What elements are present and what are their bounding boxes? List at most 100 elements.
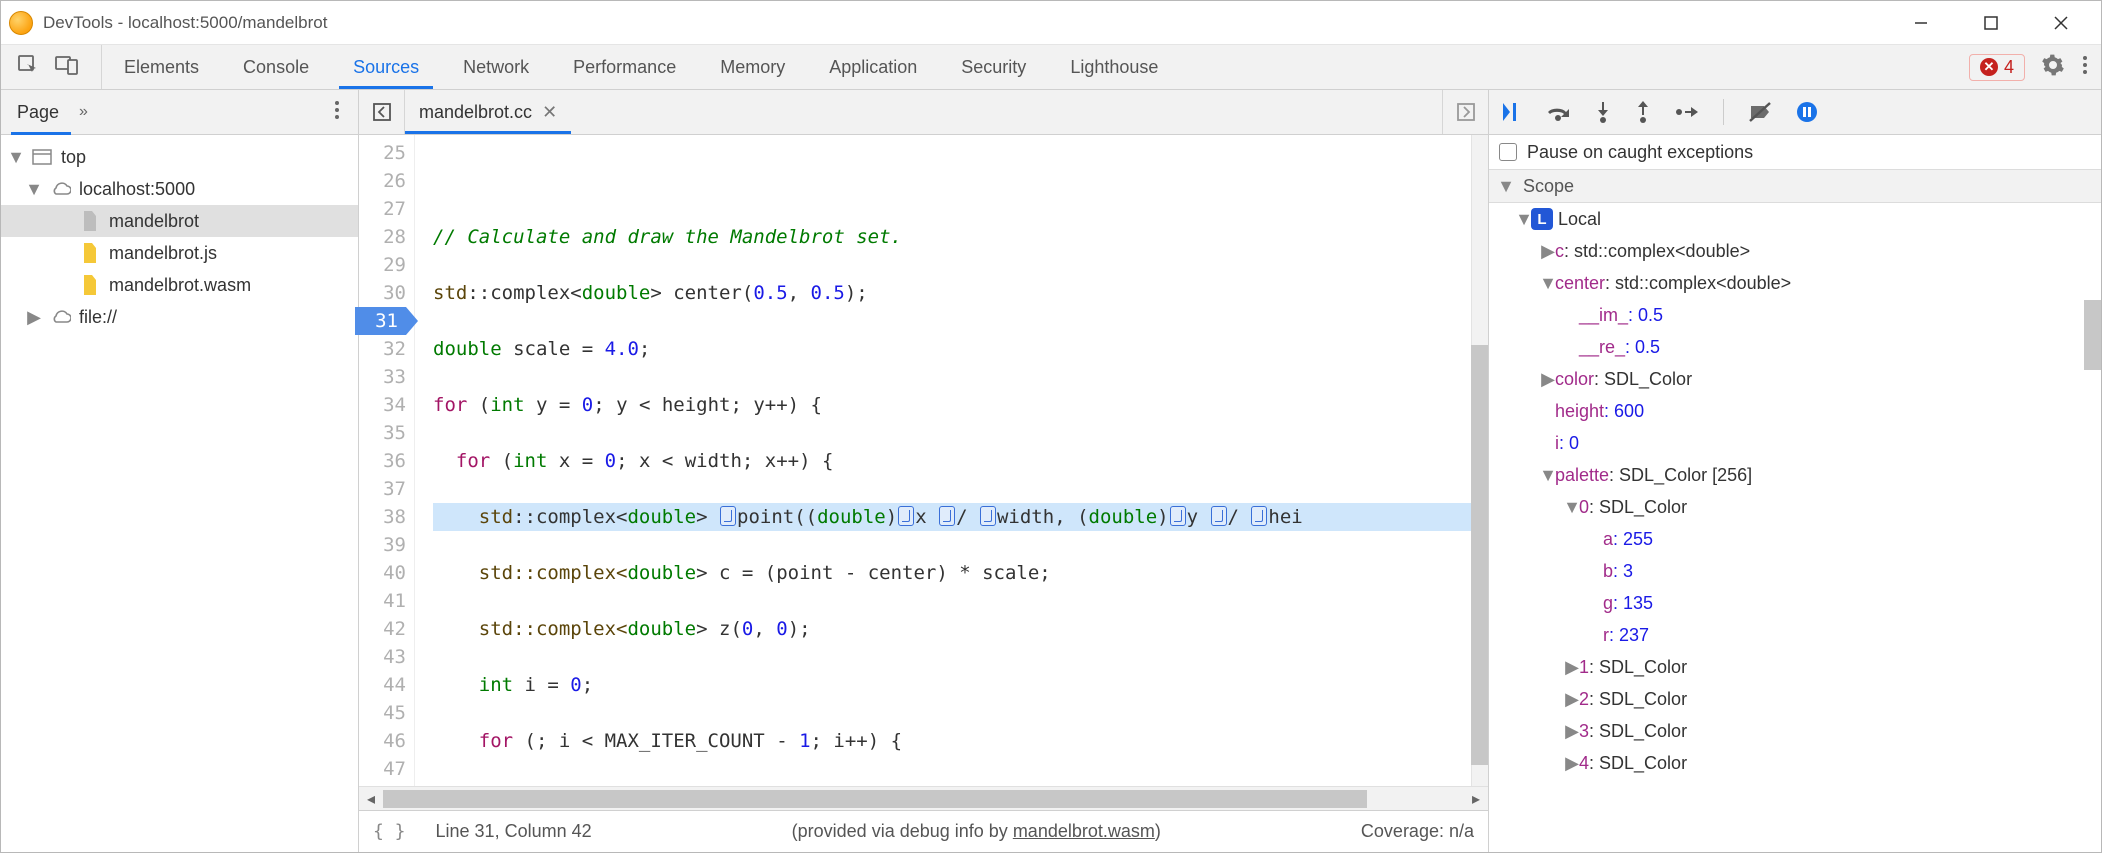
scope-var[interactable]: ▼center: std::complex<double>	[1489, 267, 2101, 299]
scope-var[interactable]: g: 135	[1489, 587, 2101, 619]
debug-marker-icon	[898, 506, 914, 526]
panel-tabstrip: Elements Console Sources Network Perform…	[1, 45, 2101, 90]
cloud-icon	[49, 181, 71, 197]
script-file-icon	[79, 243, 101, 263]
scroll-right-icon[interactable]: ▸	[1464, 789, 1488, 809]
navigator-tree[interactable]: ▼ top ▼ localhost:5000 mandelbrot mandel…	[1, 135, 358, 852]
pause-on-caught-label: Pause on caught exceptions	[1527, 142, 1753, 163]
tree-label: localhost:5000	[79, 179, 195, 200]
tree-item-file[interactable]: mandelbrot	[1, 205, 358, 237]
debugger-vscrollbar[interactable]	[2084, 300, 2101, 370]
scope-label: Scope	[1523, 176, 1574, 197]
debug-marker-icon	[939, 506, 955, 526]
tab-memory[interactable]: Memory	[698, 45, 807, 89]
scope-var[interactable]: i: 0	[1489, 427, 2101, 459]
tab-elements[interactable]: Elements	[102, 45, 221, 89]
scope-var[interactable]: a: 255	[1489, 523, 2101, 555]
deactivate-breakpoints-icon[interactable]	[1748, 101, 1772, 123]
scope-tree: ▼L Local ▶c: std::complex<double> ▼cente…	[1489, 203, 2101, 779]
scope-var[interactable]: ▶4: SDL_Color	[1489, 747, 2101, 779]
inspect-element-icon[interactable]	[17, 54, 39, 81]
close-button[interactable]	[2041, 8, 2081, 38]
checkbox-icon[interactable]	[1499, 143, 1517, 161]
step-into-icon[interactable]	[1595, 101, 1611, 123]
debug-marker-icon	[720, 506, 736, 526]
scope-var[interactable]: height: 600	[1489, 395, 2101, 427]
cloud-icon	[49, 309, 71, 325]
settings-gear-icon[interactable]	[2041, 53, 2065, 82]
tab-network[interactable]: Network	[441, 45, 551, 89]
file-icon	[79, 211, 101, 231]
tree-label: top	[61, 147, 86, 168]
window-icon	[31, 149, 53, 165]
debugger-content[interactable]: Pause on caught exceptions ▼ Scope ▼L Lo…	[1489, 135, 2101, 852]
tab-security[interactable]: Security	[939, 45, 1048, 89]
tree-item-file-scheme[interactable]: ▶ file://	[1, 301, 358, 333]
tree-item-file[interactable]: mandelbrot.js	[1, 237, 358, 269]
tree-item-top[interactable]: ▼ top	[1, 141, 358, 173]
editor-tab[interactable]: mandelbrot.cc ✕	[405, 90, 571, 134]
close-tab-icon[interactable]: ✕	[542, 102, 557, 123]
step-icon[interactable]	[1675, 103, 1699, 121]
editor-body[interactable]: 2526272829303132333435363738394041424344…	[359, 135, 1488, 786]
inspect-tools	[7, 45, 102, 89]
scope-var[interactable]: b: 3	[1489, 555, 2101, 587]
scope-var[interactable]: ▶c: std::complex<double>	[1489, 235, 2101, 267]
line-gutter[interactable]: 2526272829303132333435363738394041424344…	[359, 135, 415, 786]
scope-var[interactable]: __im_: 0.5	[1489, 299, 2101, 331]
navigator-menu-icon[interactable]	[326, 99, 348, 126]
scope-var[interactable]: ▼0: SDL_Color	[1489, 491, 2101, 523]
step-out-icon[interactable]	[1635, 101, 1651, 123]
scope-var[interactable]: ▶1: SDL_Color	[1489, 651, 2101, 683]
resume-button-icon[interactable]	[1501, 101, 1521, 123]
navigator-tab-page[interactable]: Page	[11, 102, 71, 123]
tab-lighthouse[interactable]: Lighthouse	[1048, 45, 1180, 89]
caret-right-icon: ▶	[27, 307, 41, 328]
tree-item-host[interactable]: ▼ localhost:5000	[1, 173, 358, 205]
editor-nav-back-icon[interactable]	[359, 90, 405, 134]
tree-item-file[interactable]: mandelbrot.wasm	[1, 269, 358, 301]
scope-var[interactable]: ▶2: SDL_Color	[1489, 683, 2101, 715]
scope-section-header[interactable]: ▼ Scope	[1489, 169, 2101, 203]
source-origin-link[interactable]: mandelbrot.wasm	[1013, 821, 1155, 841]
tab-performance[interactable]: Performance	[551, 45, 698, 89]
code-text: // Calculate and draw the Mandelbrot set…	[433, 226, 902, 248]
step-over-icon[interactable]	[1545, 102, 1571, 122]
pause-on-exceptions-icon[interactable]	[1796, 101, 1818, 123]
tree-label: mandelbrot.js	[109, 243, 217, 264]
editor-pane: mandelbrot.cc ✕ 252627282930313233343536…	[359, 90, 1489, 852]
editor-tab-label: mandelbrot.cc	[419, 102, 532, 123]
main-area: Page » ▼ top ▼ localhost:5000 ma	[1, 90, 2101, 852]
editor-hscrollbar[interactable]: ◂ ▸	[359, 786, 1488, 810]
scroll-left-icon[interactable]: ◂	[359, 789, 383, 809]
debug-marker-icon	[1211, 506, 1227, 526]
scope-var[interactable]: ▶color: SDL_Color	[1489, 363, 2101, 395]
device-toolbar-icon[interactable]	[55, 54, 79, 81]
tree-label: mandelbrot	[109, 211, 199, 232]
panel-tabs: Elements Console Sources Network Perform…	[102, 45, 1957, 89]
debugger-toolbar	[1489, 90, 2101, 135]
tab-application[interactable]: Application	[807, 45, 939, 89]
editor-vscrollbar[interactable]	[1471, 135, 1488, 786]
debug-marker-icon	[1251, 506, 1267, 526]
scope-var[interactable]: r: 237	[1489, 619, 2101, 651]
scope-var[interactable]: ▼palette: SDL_Color [256]	[1489, 459, 2101, 491]
error-count-badge[interactable]: ✕ 4	[1969, 54, 2025, 81]
pause-on-caught-row[interactable]: Pause on caught exceptions	[1489, 135, 2101, 169]
minimize-button[interactable]	[1901, 8, 1941, 38]
debug-marker-icon	[1170, 506, 1186, 526]
maximize-button[interactable]	[1971, 8, 2011, 38]
code-area[interactable]: // Calculate and draw the Mandelbrot set…	[415, 135, 1471, 786]
panel-trailing: ✕ 4	[1957, 45, 2101, 89]
tab-console[interactable]: Console	[221, 45, 331, 89]
scope-var[interactable]: __re_: 0.5	[1489, 331, 2101, 363]
scope-var[interactable]: ▶3: SDL_Color	[1489, 715, 2101, 747]
cursor-position: Line 31, Column 42	[436, 821, 592, 842]
more-menu-icon[interactable]	[2081, 53, 2089, 82]
tab-sources[interactable]: Sources	[331, 45, 441, 89]
scope-local[interactable]: ▼L Local	[1489, 203, 2101, 235]
caret-down-icon: ▼	[27, 179, 41, 200]
navigator-more-tabs-icon[interactable]: »	[79, 103, 88, 121]
pretty-print-icon[interactable]: { }	[373, 821, 406, 842]
editor-nav-forward-icon[interactable]	[1442, 90, 1488, 134]
